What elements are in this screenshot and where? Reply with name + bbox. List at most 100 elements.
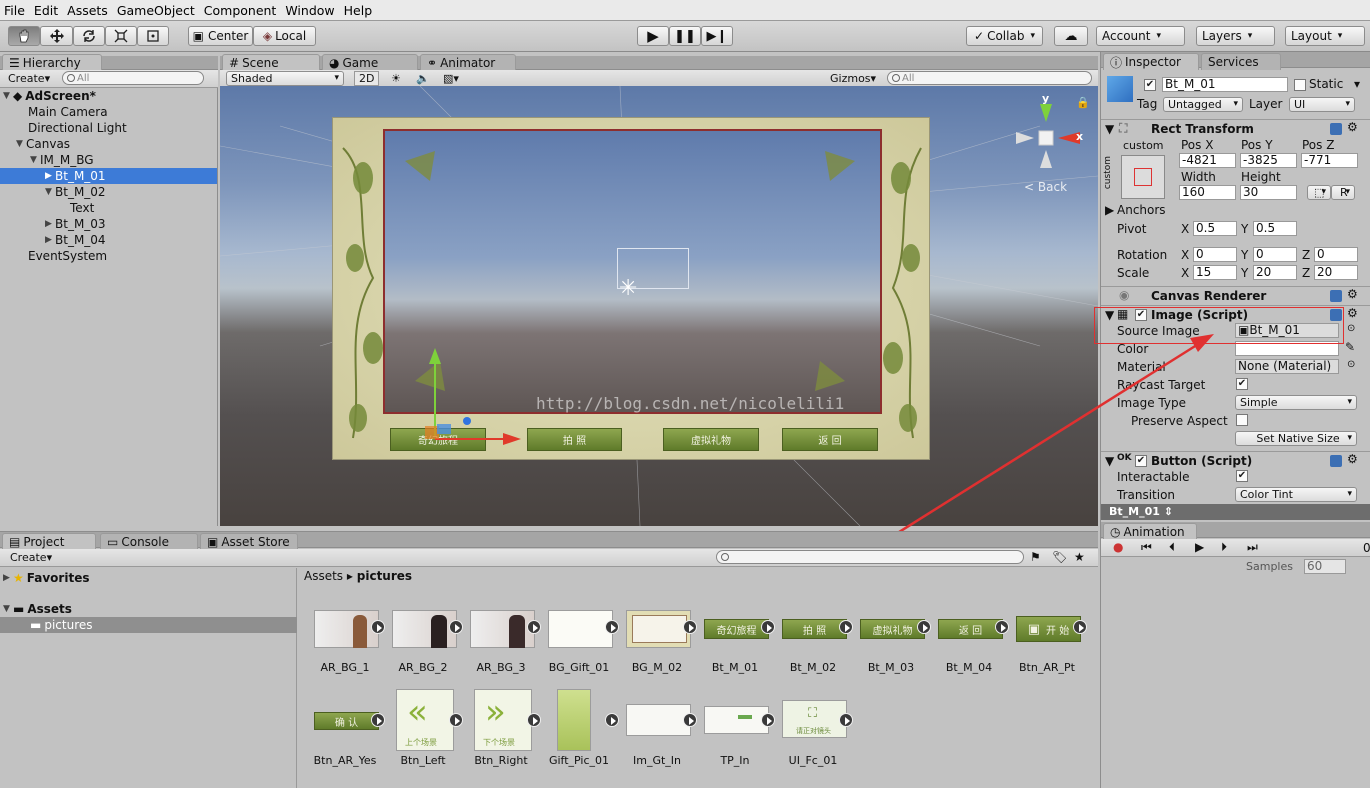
- shading-mode-dropdown[interactable]: Shaded: [226, 71, 344, 86]
- gear-icon[interactable]: ⚙: [1347, 307, 1359, 320]
- pos-z-field[interactable]: -771: [1301, 153, 1358, 168]
- play-button[interactable]: ▶: [637, 26, 669, 46]
- rotation-x-field[interactable]: 0: [1193, 247, 1237, 262]
- back-view-label[interactable]: < Back: [1024, 180, 1067, 194]
- expand-sprite-icon[interactable]: [683, 713, 697, 727]
- asset-label[interactable]: AR_BG_1: [306, 661, 384, 674]
- transition-dropdown[interactable]: Color Tint: [1235, 487, 1357, 502]
- expand-sprite-icon[interactable]: [1073, 620, 1087, 634]
- static-dropdown-arrow-icon[interactable]: ▾: [1354, 77, 1360, 91]
- effects-dropdown[interactable]: ▧ ▾: [439, 71, 463, 86]
- object-name-field[interactable]: Bt_M_01: [1162, 77, 1288, 92]
- hierarchy-item[interactable]: ▼ Bt_M_02: [0, 184, 217, 200]
- asset-label[interactable]: Btn_Right: [462, 754, 540, 767]
- tab-console[interactable]: ▭ Console: [100, 533, 198, 550]
- lock-icon[interactable]: 🔒: [1076, 96, 1090, 109]
- scale-tool-button[interactable]: [105, 26, 137, 46]
- tab-hierarchy[interactable]: ☰ Hierarchy: [2, 54, 102, 71]
- step-button[interactable]: ▶❙: [701, 26, 733, 46]
- hand-tool-button[interactable]: [8, 26, 40, 46]
- button-script-header[interactable]: ▼OK Button (Script) ⚙: [1101, 451, 1370, 469]
- help-book-icon[interactable]: [1330, 123, 1342, 135]
- rotation-y-field[interactable]: 0: [1253, 247, 1297, 262]
- breadcrumb-root[interactable]: Assets: [304, 569, 343, 583]
- hierarchy-item-selected[interactable]: ▶ Bt_M_01: [0, 168, 217, 184]
- asset-label[interactable]: Bt_M_04: [930, 661, 1008, 674]
- asset-label[interactable]: BG_Gift_01: [540, 661, 618, 674]
- hierarchy-item[interactable]: ▶ Bt_M_03: [0, 216, 217, 232]
- hierarchy-item[interactable]: Directional Light: [0, 120, 217, 136]
- hierarchy-search-input[interactable]: All: [62, 71, 204, 85]
- assets-folder-item[interactable]: ▼ ▬ Assets: [0, 601, 217, 617]
- layers-dropdown[interactable]: Layers: [1196, 26, 1275, 46]
- inspector-preview-bar[interactable]: Bt_M_01 ⇕: [1101, 504, 1370, 520]
- expand-sprite-icon[interactable]: [839, 620, 853, 634]
- hierarchy-item[interactable]: ▶ Bt_M_04: [0, 232, 217, 248]
- gizmos-dropdown[interactable]: Gizmos ▾: [826, 71, 880, 86]
- rect-tool-button[interactable]: [137, 26, 169, 46]
- expand-sprite-icon[interactable]: [761, 713, 775, 727]
- last-frame-icon[interactable]: ⏭: [1247, 540, 1258, 555]
- object-picker-icon[interactable]: ⊙: [1347, 323, 1355, 334]
- asset-thumb-btn-ar-yes[interactable]: 确 认: [314, 712, 379, 730]
- menu-help[interactable]: Help: [344, 3, 373, 18]
- tab-project[interactable]: ▤ Project: [2, 533, 96, 550]
- asset-label[interactable]: TP_In: [696, 754, 774, 767]
- tab-inspector[interactable]: ⓘ Inspector: [1103, 53, 1199, 70]
- anchors-fold-icon[interactable]: ▶: [1105, 203, 1114, 217]
- hierarchy-item[interactable]: ▼ IM_M_BG: [0, 152, 217, 168]
- expand-sprite-icon[interactable]: [917, 620, 931, 634]
- menu-window[interactable]: Window: [285, 3, 334, 18]
- scale-z-field[interactable]: 20: [1314, 265, 1358, 280]
- collab-dropdown[interactable]: ✓ Collab: [966, 26, 1043, 46]
- asset-thumb-btn-left[interactable]: « 上个场景: [396, 689, 454, 751]
- asset-thumb-ar-bg-2[interactable]: [392, 610, 457, 648]
- next-frame-icon[interactable]: ⏵: [1221, 540, 1227, 555]
- material-field[interactable]: None (Material): [1235, 359, 1339, 374]
- pos-x-field[interactable]: -4821: [1179, 153, 1236, 168]
- favorite-star-icon[interactable]: ★: [1074, 550, 1085, 564]
- hierarchy-item[interactable]: EventSystem: [0, 248, 217, 264]
- width-field[interactable]: 160: [1179, 185, 1236, 200]
- menu-component[interactable]: Component: [204, 3, 277, 18]
- asset-label[interactable]: BG_M_02: [618, 661, 696, 674]
- set-native-size-button[interactable]: Set Native Size: [1235, 431, 1357, 446]
- image-type-dropdown[interactable]: Simple: [1235, 395, 1357, 410]
- height-field[interactable]: 30: [1240, 185, 1297, 200]
- samples-field[interactable]: 60: [1304, 559, 1346, 574]
- asset-thumb-bt-m-01[interactable]: 奇幻旅程: [704, 619, 769, 639]
- expand-sprite-icon[interactable]: [995, 620, 1009, 634]
- scale-x-field[interactable]: 15: [1193, 265, 1237, 280]
- expand-sprite-icon[interactable]: [449, 713, 463, 727]
- asset-label[interactable]: AR_BG_2: [384, 661, 462, 674]
- asset-thumb-btn-ar-pt[interactable]: ▣ 开 始: [1016, 616, 1081, 642]
- gear-icon[interactable]: ⚙: [1347, 121, 1359, 134]
- asset-label[interactable]: Gift_Pic_01: [540, 754, 618, 767]
- asset-label[interactable]: Im_Gt_In: [618, 754, 696, 767]
- pause-button[interactable]: ❚❚: [669, 26, 701, 46]
- asset-label[interactable]: Btn_AR_Yes: [306, 754, 384, 767]
- active-checkbox[interactable]: [1144, 79, 1156, 91]
- eyedropper-icon[interactable]: ✎: [1345, 340, 1355, 354]
- scale-y-field[interactable]: 20: [1253, 265, 1297, 280]
- tab-animator[interactable]: ⚭ Animator: [420, 54, 516, 71]
- scene-button-4[interactable]: 返 回: [782, 428, 878, 451]
- asset-label[interactable]: UI_Fc_01: [774, 754, 852, 767]
- expand-sprite-icon[interactable]: [839, 713, 853, 727]
- project-create-dropdown[interactable]: Create ▾: [6, 550, 56, 565]
- expand-sprite-icon[interactable]: [683, 620, 697, 634]
- static-checkbox[interactable]: [1294, 79, 1306, 91]
- space-local-toggle[interactable]: ◈ Local: [253, 26, 316, 46]
- breadcrumb-current[interactable]: pictures: [357, 569, 412, 583]
- canvas-renderer-header[interactable]: ◉ Canvas Renderer ⚙: [1101, 286, 1370, 304]
- record-icon[interactable]: ●: [1113, 540, 1123, 554]
- tag-dropdown[interactable]: Untagged: [1163, 97, 1243, 112]
- account-dropdown[interactable]: Account: [1096, 26, 1185, 46]
- lighting-toggle[interactable]: ☀: [387, 71, 405, 86]
- expand-sprite-icon[interactable]: [527, 620, 541, 634]
- rotation-z-field[interactable]: 0: [1314, 247, 1358, 262]
- 2d-toggle[interactable]: 2D: [354, 71, 380, 86]
- asset-label[interactable]: AR_BG_3: [462, 661, 540, 674]
- asset-thumb-bt-m-02[interactable]: 拍 照: [782, 619, 847, 639]
- hierarchy-item[interactable]: Main Camera: [0, 104, 217, 120]
